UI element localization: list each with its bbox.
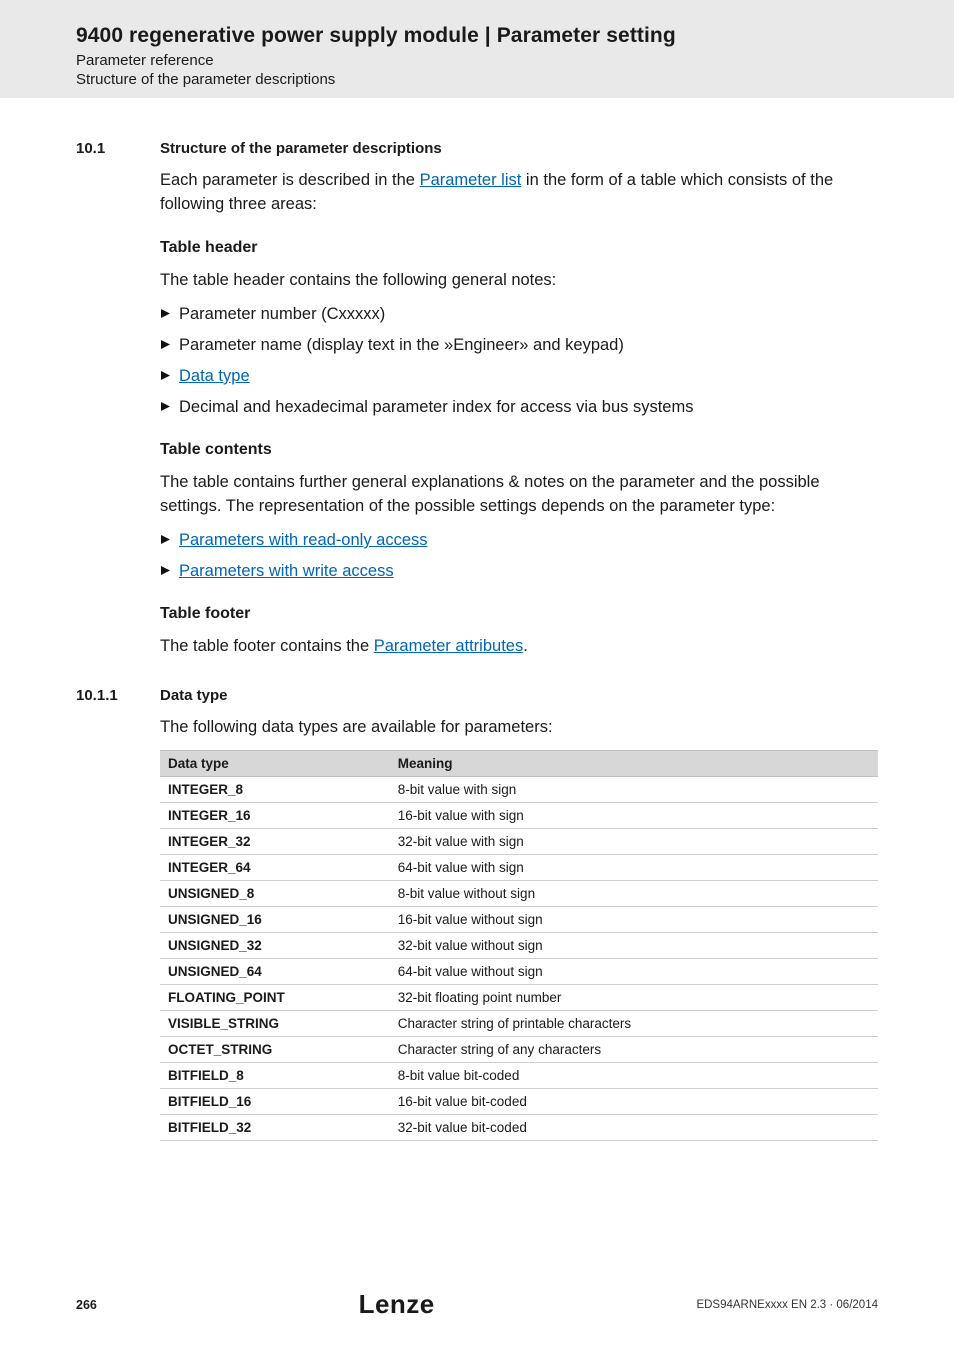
table-row: UNSIGNED_88-bit value without sign [160,881,878,907]
datatype-cell: UNSIGNED_8 [160,881,390,907]
table-row: UNSIGNED_3232-bit value without sign [160,933,878,959]
datatype-cell: INTEGER_32 [160,829,390,855]
datatype-cell: INTEGER_8 [160,777,390,803]
meaning-cell: 32-bit value bit-coded [390,1115,878,1141]
table-contents-bullets: Parameters with read-only access Paramet… [160,529,878,583]
datatype-intro: The following data types are available f… [160,716,878,740]
triangle-bullet-icon [160,370,171,381]
meaning-cell: 32-bit value with sign [390,829,878,855]
datatype-table: Data type Meaning INTEGER_88-bit value w… [160,750,878,1141]
bullet-item: Decimal and hexadecimal parameter index … [160,396,878,419]
datatype-cell: BITFIELD_16 [160,1089,390,1115]
tf-text-b: . [523,637,528,655]
doc-subtitle-2: Structure of the parameter descriptions [76,71,954,88]
datatype-cell: VISIBLE_STRING [160,1011,390,1037]
meaning-cell: Character string of any characters [390,1037,878,1063]
datatype-cell: OCTET_STRING [160,1037,390,1063]
bullet-item: Parameter number (Cxxxxx) [160,303,878,326]
datatype-cell: UNSIGNED_32 [160,933,390,959]
triangle-bullet-icon [160,565,171,576]
meaning-cell: 16-bit value bit-coded [390,1089,878,1115]
page-header: 9400 regenerative power supply module | … [0,0,954,98]
triangle-bullet-icon [160,401,171,412]
page-footer: 266 Lenze EDS94ARNExxxx EN 2.3 · 06/2014 [0,1289,954,1320]
table-contents-line: The table contains further general expla… [160,471,878,519]
table-row: UNSIGNED_1616-bit value without sign [160,907,878,933]
bullet-text: Decimal and hexadecimal parameter index … [179,396,693,419]
datatype-cell: INTEGER_64 [160,855,390,881]
table-footer-heading: Table footer [160,605,878,623]
doc-id: EDS94ARNExxxx EN 2.3 · 06/2014 [696,1299,878,1311]
col-header-datatype: Data type [160,751,390,777]
table-row: INTEGER_1616-bit value with sign [160,803,878,829]
page-number: 266 [76,1298,97,1312]
table-row: INTEGER_88-bit value with sign [160,777,878,803]
bullet-text: Parameter name (display text in the »Eng… [179,334,624,357]
bullet-item: Parameters with write access [160,560,878,583]
datatype-cell: FLOATING_POINT [160,985,390,1011]
table-header-line: The table header contains the following … [160,269,878,293]
content-area: 10.1 Structure of the parameter descript… [0,98,954,1141]
meaning-cell: Character string of printable characters [390,1011,878,1037]
read-only-params-link[interactable]: Parameters with read-only access [179,529,428,552]
table-footer-line: The table footer contains the Parameter … [160,635,878,659]
section-intro: Each parameter is described in the Param… [160,169,878,217]
table-contents-heading: Table contents [160,441,878,459]
datatype-cell: INTEGER_16 [160,803,390,829]
table-row: INTEGER_3232-bit value with sign [160,829,878,855]
intro-text-a: Each parameter is described in the [160,171,420,189]
meaning-cell: 8-bit value without sign [390,881,878,907]
meaning-cell: 64-bit value without sign [390,959,878,985]
section-number: 10.1.1 [76,687,160,704]
table-row: INTEGER_6464-bit value with sign [160,855,878,881]
col-header-meaning: Meaning [390,751,878,777]
meaning-cell: 64-bit value with sign [390,855,878,881]
doc-title: 9400 regenerative power supply module | … [76,24,954,48]
table-row: BITFIELD_88-bit value bit-coded [160,1063,878,1089]
table-header-bullets: Parameter number (Cxxxxx) Parameter name… [160,303,878,419]
bullet-item: Parameter name (display text in the »Eng… [160,334,878,357]
section-10-1-1-heading: 10.1.1 Data type [76,687,878,704]
table-row: FLOATING_POINT32-bit floating point numb… [160,985,878,1011]
triangle-bullet-icon [160,534,171,545]
bullet-text: Parameter number (Cxxxxx) [179,303,385,326]
table-row: VISIBLE_STRINGCharacter string of printa… [160,1011,878,1037]
tf-text-a: The table footer contains the [160,637,374,655]
parameter-attributes-link[interactable]: Parameter attributes [374,637,523,655]
table-row: UNSIGNED_6464-bit value without sign [160,959,878,985]
brand-logo: Lenze [359,1289,435,1320]
doc-subtitle-1: Parameter reference [76,52,954,69]
datatype-cell: UNSIGNED_64 [160,959,390,985]
section-title: Data type [160,687,228,704]
meaning-cell: 16-bit value without sign [390,907,878,933]
write-params-link[interactable]: Parameters with write access [179,560,394,583]
table-row: BITFIELD_1616-bit value bit-coded [160,1089,878,1115]
table-row: BITFIELD_3232-bit value bit-coded [160,1115,878,1141]
datatype-cell: BITFIELD_8 [160,1063,390,1089]
table-header-heading: Table header [160,239,878,257]
datatype-cell: UNSIGNED_16 [160,907,390,933]
data-type-link[interactable]: Data type [179,365,250,388]
meaning-cell: 8-bit value bit-coded [390,1063,878,1089]
triangle-bullet-icon [160,308,171,319]
parameter-list-link[interactable]: Parameter list [420,171,522,189]
meaning-cell: 32-bit value without sign [390,933,878,959]
bullet-item: Parameters with read-only access [160,529,878,552]
bullet-item: Data type [160,365,878,388]
triangle-bullet-icon [160,339,171,350]
meaning-cell: 32-bit floating point number [390,985,878,1011]
section-number: 10.1 [76,140,160,157]
meaning-cell: 16-bit value with sign [390,803,878,829]
table-row: OCTET_STRINGCharacter string of any char… [160,1037,878,1063]
section-10-1-heading: 10.1 Structure of the parameter descript… [76,140,878,157]
section-title: Structure of the parameter descriptions [160,140,442,157]
datatype-cell: BITFIELD_32 [160,1115,390,1141]
meaning-cell: 8-bit value with sign [390,777,878,803]
